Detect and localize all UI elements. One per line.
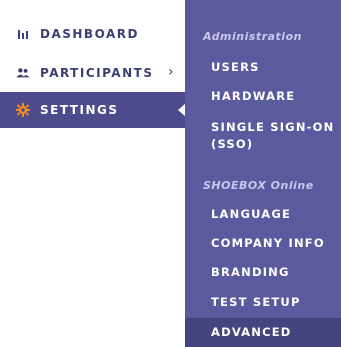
submenu-item-language[interactable]: LANGUAGE <box>185 206 341 223</box>
submenu-item-branding[interactable]: BRANDING <box>185 264 341 281</box>
bar-chart-icon <box>16 27 30 41</box>
users-icon <box>16 66 30 80</box>
section-title-shoebox-online: SHOEBOX Online <box>203 179 314 192</box>
nav-item-participants[interactable]: PARTICIPANTS › <box>0 55 185 91</box>
nav-label: SETTINGS <box>40 103 119 117</box>
main-nav: DASHBOARD PARTICIPANTS › SETTINGS <box>0 0 186 347</box>
chevron-right-icon[interactable]: › <box>168 64 174 80</box>
gear-icon <box>16 103 30 117</box>
submenu-item-test-setup[interactable]: TEST SETUP <box>185 294 341 311</box>
submenu-item-hardware[interactable]: HARDWARE <box>185 88 341 105</box>
submenu-item-users[interactable]: USERS <box>185 59 341 76</box>
nav-label: PARTICIPANTS <box>40 66 154 80</box>
submenu-item-sso[interactable]: SINGLE SIGN-ON (SSO) <box>185 119 341 153</box>
section-title-administration: Administration <box>203 30 302 43</box>
submenu-item-company-info[interactable]: COMPANY INFO <box>185 235 341 252</box>
submenu-item-advanced[interactable]: ADVANCED <box>185 318 341 347</box>
nav-item-settings[interactable]: SETTINGS <box>0 92 186 128</box>
settings-submenu: Administration USERS HARDWARE SINGLE SIG… <box>185 0 341 347</box>
nav-item-dashboard[interactable]: DASHBOARD <box>0 16 185 52</box>
nav-label: DASHBOARD <box>40 27 139 41</box>
